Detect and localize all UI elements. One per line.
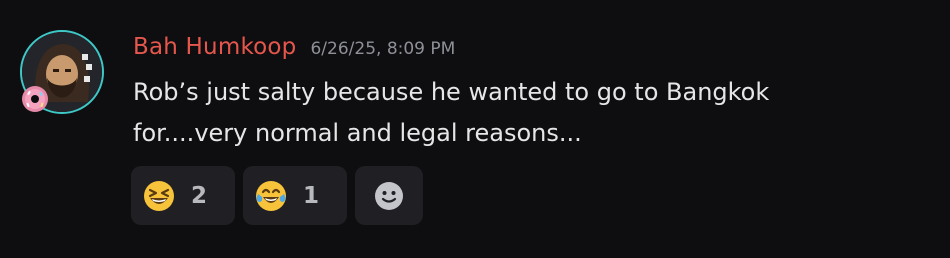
message-header: Bah Humkoop 6/26/25, 8:09 PM	[133, 34, 455, 66]
smiley-add-reaction-icon	[375, 181, 403, 210]
grinning-squinting-face-icon	[144, 180, 174, 211]
timestamp: 6/26/25, 8:09 PM	[310, 39, 456, 59]
reaction-tears-of-joy[interactable]: 1	[243, 166, 347, 225]
message-content: Rob’s just salty because he wanted to go…	[133, 72, 913, 154]
message-line: Rob’s just salty because he wanted to go…	[133, 78, 770, 106]
username[interactable]: Bah Humkoop	[133, 34, 296, 60]
reactions-bar: 2 1	[131, 166, 423, 225]
reaction-grinning-squinting[interactable]: 2	[131, 166, 235, 225]
chat-message: Bah Humkoop 6/26/25, 8:09 PM Rob’s just …	[0, 0, 950, 258]
reaction-count: 2	[191, 182, 208, 209]
add-reaction-button[interactable]	[355, 166, 423, 225]
face-with-tears-of-joy-icon	[256, 180, 286, 211]
message-line: for....very normal and legal reasons...	[133, 119, 582, 147]
donut-icon	[18, 82, 52, 116]
avatar[interactable]	[20, 30, 104, 114]
reaction-count: 1	[303, 182, 320, 209]
